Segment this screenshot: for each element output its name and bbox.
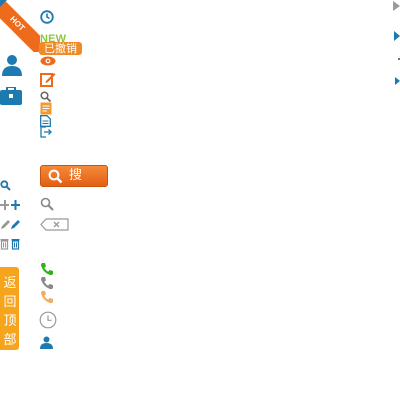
search-grey-icon[interactable] <box>40 197 54 211</box>
export-icon[interactable] <box>40 126 52 138</box>
magnifier-small-icon <box>40 91 51 102</box>
phone-green-icon[interactable] <box>40 262 54 276</box>
trash-icon[interactable] <box>0 238 21 250</box>
person-icon <box>40 336 53 349</box>
back-to-top-button[interactable]: 返 回 顶 部 <box>0 267 19 350</box>
notes-icon <box>40 102 52 115</box>
eye-icon <box>40 56 56 66</box>
hot-label: HOT <box>0 0 40 52</box>
edit-icon[interactable] <box>40 71 56 87</box>
hot-ribbon-fold <box>0 0 7 7</box>
search-button-label: 搜 索 <box>69 168 87 203</box>
search-small-icon[interactable] <box>0 180 11 191</box>
back-to-top-char: 顶 <box>3 314 17 329</box>
back-to-top-char: 部 <box>3 333 17 348</box>
add-icon[interactable] <box>0 199 20 211</box>
user-icon <box>2 55 22 76</box>
search-button[interactable]: 搜 索 <box>40 165 108 203</box>
phone-grey-icon[interactable] <box>40 276 54 290</box>
arrow-right-icon[interactable] <box>394 31 400 41</box>
history-icon[interactable] <box>39 311 57 329</box>
search-button-icon <box>48 169 63 184</box>
back-to-top-char: 回 <box>3 295 17 310</box>
phone-orange-icon[interactable] <box>40 290 54 304</box>
toolbox-icon[interactable] <box>0 87 22 105</box>
pencil-icon[interactable] <box>0 218 21 230</box>
hot-ribbon: HOT <box>0 0 40 52</box>
clock-icon <box>40 10 54 24</box>
revoked-badge: 已撤销 <box>39 42 82 55</box>
arrow-right-icon[interactable] <box>393 1 400 11</box>
arrow-right-icon[interactable] <box>395 77 400 85</box>
back-to-top-char: 返 <box>3 276 17 291</box>
delete-key-icon[interactable] <box>40 218 69 231</box>
